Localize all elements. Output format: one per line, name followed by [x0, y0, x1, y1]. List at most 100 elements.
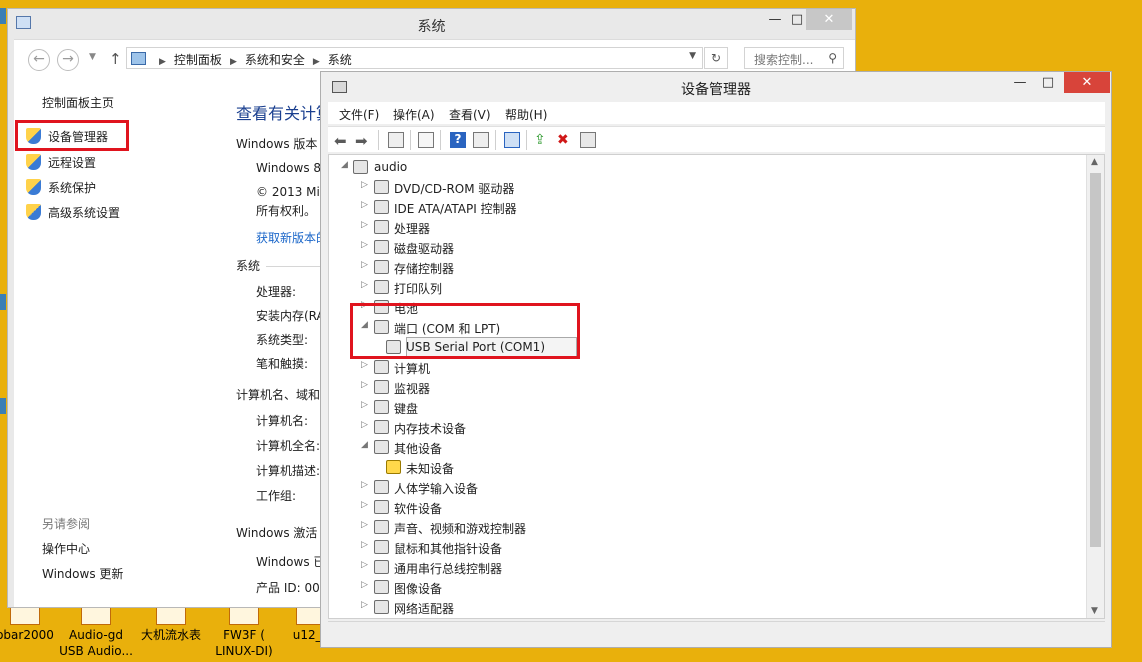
- close-button[interactable]: ✕: [1064, 72, 1110, 93]
- system-window-title: 系统: [417, 19, 446, 35]
- more-features-link[interactable]: 获取新版本的: [256, 229, 328, 246]
- menu-view[interactable]: 查看(V): [449, 106, 491, 123]
- collapsed-triangle-icon[interactable]: ▷: [361, 260, 368, 270]
- chevron-right-icon[interactable]: ▶: [313, 57, 320, 67]
- refresh-button[interactable]: ↻: [704, 47, 728, 69]
- collapsed-triangle-icon[interactable]: ▷: [361, 500, 368, 510]
- scan-hardware-icon[interactable]: [504, 132, 520, 148]
- status-bar: [328, 621, 1105, 643]
- show-hide-console-tree-icon[interactable]: [388, 132, 404, 148]
- chevron-right-icon[interactable]: ▶: [230, 57, 237, 67]
- device-icon: [374, 440, 389, 454]
- maximize-button[interactable]: □: [1033, 72, 1063, 93]
- expanded-triangle-icon[interactable]: ◢: [341, 160, 348, 170]
- collapsed-triangle-icon[interactable]: ▷: [361, 480, 368, 490]
- desktop-edge-icon[interactable]: [0, 8, 6, 24]
- device-icon: [374, 580, 389, 594]
- desktop-edge-icon[interactable]: [0, 398, 6, 414]
- computer-icon: [131, 52, 146, 65]
- highlight-box-ports: [350, 303, 580, 359]
- uninstall-icon[interactable]: ✖: [557, 132, 573, 148]
- menu-action[interactable]: 操作(A): [393, 106, 435, 123]
- back-button[interactable]: ←: [28, 49, 50, 71]
- update-driver-icon[interactable]: ⇪: [534, 132, 550, 148]
- up-button[interactable]: ↑: [109, 50, 122, 68]
- windows-update-link[interactable]: Windows 更新: [42, 565, 123, 582]
- collapsed-triangle-icon[interactable]: ▷: [361, 360, 368, 370]
- pen-touch-label: 笔和触摸:: [256, 357, 309, 371]
- collapsed-triangle-icon[interactable]: ▷: [361, 400, 368, 410]
- collapsed-triangle-icon[interactable]: ▷: [361, 420, 368, 430]
- device-icon: [374, 560, 389, 574]
- search-icon[interactable]: ⚲: [828, 51, 837, 65]
- chevron-down-icon[interactable]: ▼: [689, 51, 696, 61]
- collapsed-triangle-icon[interactable]: ▷: [361, 280, 368, 290]
- collapsed-triangle-icon[interactable]: ▷: [361, 520, 368, 530]
- forward-button[interactable]: →: [57, 49, 79, 71]
- scrollbar-thumb[interactable]: [1090, 173, 1101, 547]
- copyright-line: © 2013 Mi: [256, 185, 320, 199]
- control-panel-home-link[interactable]: 控制面板主页: [42, 94, 114, 111]
- menu-file[interactable]: 文件(F): [339, 106, 379, 123]
- breadcrumb-system-security[interactable]: 系统和安全: [245, 53, 305, 67]
- recent-locations-icon[interactable]: ▼: [89, 52, 96, 62]
- collapsed-triangle-icon[interactable]: ▷: [361, 380, 368, 390]
- breadcrumb-control-panel[interactable]: 控制面板: [174, 53, 222, 67]
- collapsed-triangle-icon[interactable]: ▷: [361, 200, 368, 210]
- breadcrumb-system[interactable]: 系统: [328, 53, 352, 67]
- device-icon: [374, 180, 389, 194]
- minimize-button[interactable]: —: [1005, 72, 1035, 93]
- desktop-edge-icon[interactable]: [0, 294, 6, 310]
- collapsed-triangle-icon[interactable]: ▷: [361, 560, 368, 570]
- address-box[interactable]: ▶ 控制面板 ▶ 系统和安全 ▶ 系统 ▼: [126, 47, 703, 69]
- system-type-label: 系统类型:: [256, 333, 309, 347]
- close-button[interactable]: ✕: [806, 9, 852, 30]
- system-section-title: 系统: [236, 259, 261, 273]
- collapsed-triangle-icon[interactable]: ▷: [361, 220, 368, 230]
- scroll-down-icon[interactable]: ▼: [1091, 606, 1098, 616]
- product-id: 产品 ID: 00: [256, 581, 320, 595]
- computer-section-title: 计算机名、域和: [236, 388, 321, 402]
- activation-section-title: Windows 激活: [236, 526, 318, 540]
- toolbar-separator: [378, 130, 379, 150]
- help-icon[interactable]: ?: [450, 132, 466, 148]
- shield-icon: [26, 179, 41, 195]
- collapsed-triangle-icon[interactable]: ▷: [361, 540, 368, 550]
- section-divider: [266, 266, 326, 267]
- search-input[interactable]: 搜索控制... ⚲: [744, 47, 844, 69]
- memory-label: 安装内存(RA: [256, 309, 325, 323]
- device-icon: [374, 280, 389, 294]
- collapsed-triangle-icon[interactable]: ▷: [361, 580, 368, 590]
- device-icon: [374, 540, 389, 554]
- vertical-scrollbar[interactable]: ▲ ▼: [1086, 155, 1104, 618]
- action-pane-icon[interactable]: [473, 132, 489, 148]
- properties-icon[interactable]: [418, 132, 434, 148]
- device-icon: [374, 380, 389, 394]
- collapsed-triangle-icon[interactable]: ▷: [361, 600, 368, 610]
- forward-arrow-icon[interactable]: ➡: [355, 132, 371, 150]
- warning-device-icon: [386, 460, 401, 474]
- toolbar: ⬅ ➡ ? ⇪ ✖: [328, 126, 1105, 152]
- menu-bar: 文件(F) 操作(A) 查看(V) 帮助(H): [328, 102, 1105, 124]
- page-title: 查看有关计算: [236, 104, 333, 123]
- device-icon: [374, 360, 389, 374]
- back-arrow-icon[interactable]: ⬅: [334, 132, 350, 150]
- collapsed-triangle-icon[interactable]: ▷: [361, 180, 368, 190]
- expanded-triangle-icon[interactable]: ◢: [361, 440, 368, 450]
- scroll-up-icon[interactable]: ▲: [1091, 157, 1098, 167]
- toolbar-separator: [526, 130, 527, 150]
- computer-icon: [353, 160, 368, 174]
- left-pane: 控制面板主页 设备管理器 远程设置 系统保护 高级系统设置 另请参阅 操作中心 …: [14, 76, 234, 607]
- action-center-link[interactable]: 操作中心: [42, 540, 90, 557]
- collapsed-triangle-icon[interactable]: ▷: [361, 240, 368, 250]
- edition-section-title: Windows 版本: [236, 137, 318, 151]
- device-icon: [374, 520, 389, 534]
- device-manager-titlebar[interactable]: 设备管理器 — □ ✕: [321, 72, 1111, 102]
- full-computer-name-label: 计算机全名:: [256, 439, 321, 453]
- menu-help[interactable]: 帮助(H): [505, 106, 547, 123]
- desktop-icon-audio-gd[interactable]: Audio-gd USB Audio...: [57, 601, 135, 659]
- edition-name: Windows 8: [256, 161, 322, 175]
- device-icon: [374, 260, 389, 274]
- system-titlebar[interactable]: 系统 — □ ✕: [8, 9, 855, 39]
- disable-device-icon[interactable]: [580, 132, 596, 148]
